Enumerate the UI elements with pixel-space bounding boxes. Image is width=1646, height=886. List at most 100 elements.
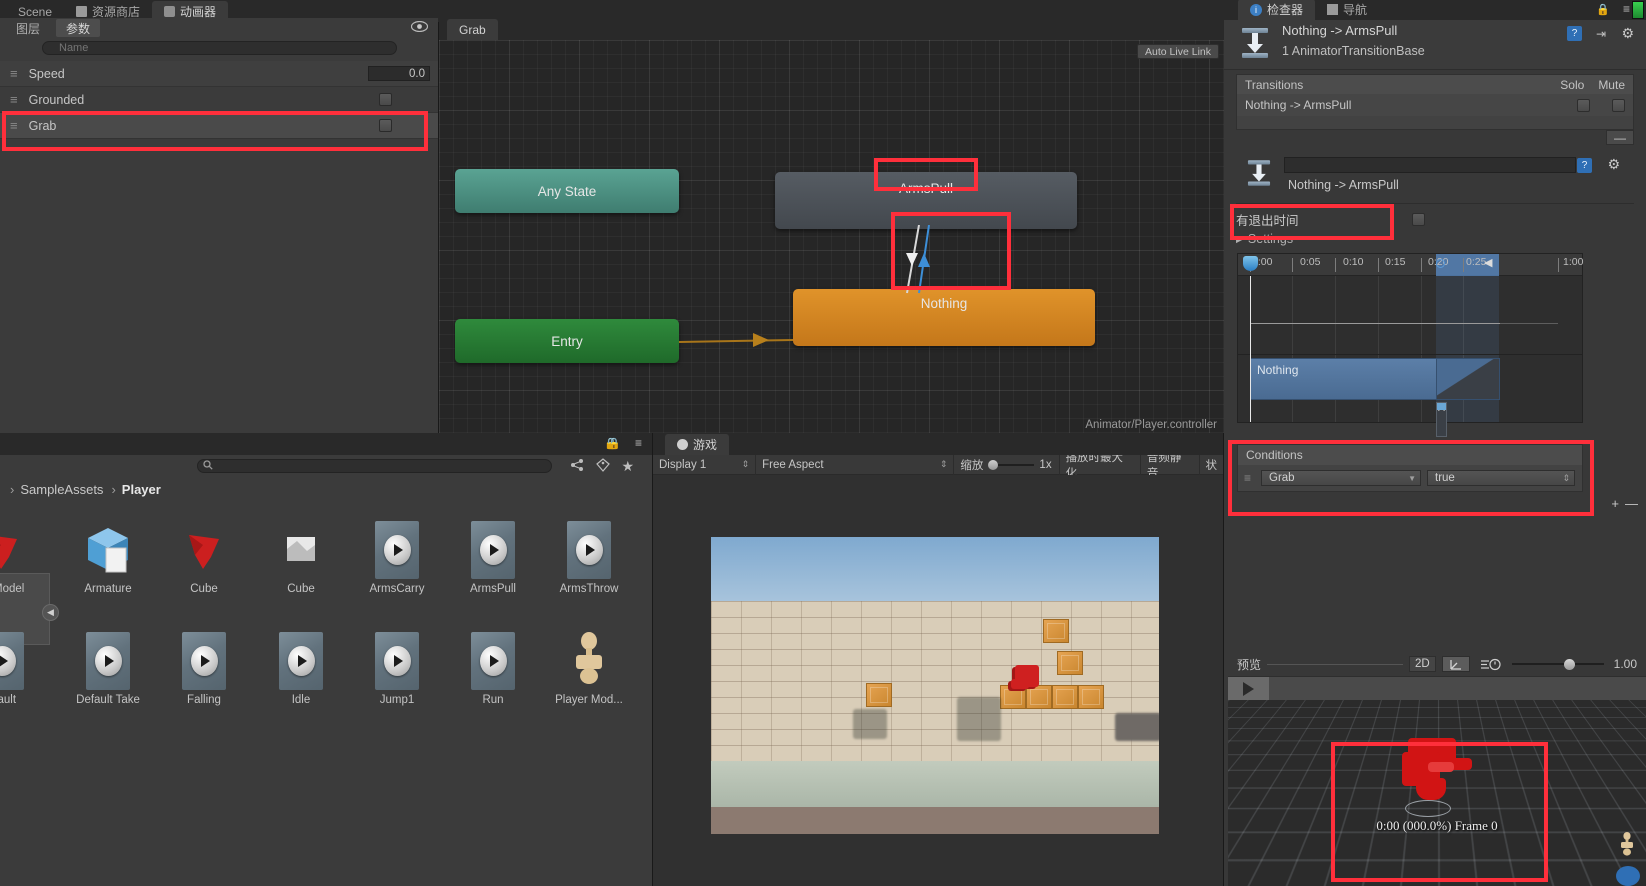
transition-armspull-nothing[interactable] <box>881 225 961 295</box>
asset-grid[interactable]: ◀ er Model <box>0 501 652 886</box>
asset-item[interactable]: Default Take <box>60 630 156 706</box>
asset-item[interactable]: efault <box>0 630 50 706</box>
transitions-row[interactable]: Nothing -> ArmsPull <box>1237 94 1633 116</box>
parameter-value-field[interactable]: 0.0 <box>368 66 430 81</box>
asset-item[interactable]: ArmsCarry <box>349 519 445 595</box>
timeline-ruler[interactable]: 0:00 0:05 0:10 0:15 0:20 0:25 1:00 ◀ <box>1238 254 1583 276</box>
preview-badge-icon[interactable] <box>1616 866 1640 886</box>
eye-icon[interactable] <box>410 20 429 35</box>
game-stage[interactable] <box>653 475 1223 886</box>
favorite-icon[interactable]: ★ <box>621 458 634 475</box>
tab-navigation[interactable]: 导航 <box>1315 0 1379 20</box>
transition-name-input[interactable] <box>1284 157 1576 173</box>
transition-entry-to-nothing[interactable] <box>677 310 799 350</box>
label-icon[interactable] <box>596 457 610 475</box>
drag-handle-icon[interactable]: ≡ <box>1244 471 1255 485</box>
has-exit-time-checkbox[interactable] <box>1412 212 1425 226</box>
asset-item[interactable]: Armature <box>60 519 156 595</box>
asset-label: Falling <box>187 694 221 706</box>
maximize-on-play-toggle[interactable]: 播放时最大化 <box>1060 452 1141 480</box>
playback-speed-icon[interactable] <box>1476 656 1506 672</box>
auto-live-link-button[interactable]: Auto Live Link <box>1137 44 1219 59</box>
share-icon[interactable] <box>570 458 584 475</box>
panel-menu-icon[interactable]: ≡ <box>635 436 642 450</box>
timeline-playhead[interactable] <box>1250 276 1251 422</box>
asset-item[interactable]: Cube <box>253 519 349 595</box>
transition-timeline[interactable]: 0:00 0:05 0:10 0:15 0:20 0:25 1:00 ◀ Not… <box>1237 253 1583 437</box>
condition-row[interactable]: ≡ Grab ▼ true ⇕ <box>1238 465 1582 491</box>
timeline-start-handle-icon[interactable]: ◀ <box>1484 256 1492 269</box>
state-node-armspull[interactable]: ArmsPull <box>775 172 1077 229</box>
timeline-horizontal-line-dim <box>1500 323 1558 324</box>
timeline-marker-handle[interactable] <box>1437 403 1446 410</box>
asset-item[interactable]: Player Mod... <box>541 630 637 706</box>
remove-condition-button[interactable]: — <box>1625 496 1638 511</box>
asset-item[interactable]: ArmsThrow <box>541 519 637 595</box>
timeline-playhead-handle[interactable] <box>1243 256 1258 271</box>
zoom-slider[interactable] <box>988 459 1035 470</box>
timeline-crossfade[interactable] <box>1436 358 1500 400</box>
asset-item[interactable]: Jump1 <box>349 630 445 706</box>
aspect-dropdown[interactable]: Free Aspect ⇕ <box>756 454 955 475</box>
parameter-row-grab[interactable]: ≡ Grab <box>0 113 438 139</box>
condition-parameter-dropdown[interactable]: Grab ▼ <box>1261 470 1421 486</box>
preset-icon[interactable]: ⇥ <box>1596 27 1606 41</box>
mute-checkbox[interactable] <box>1612 98 1625 112</box>
asset-item[interactable]: Cube <box>156 519 252 595</box>
tab-grab-layer[interactable]: Grab <box>447 19 498 40</box>
breadcrumb-item-sampleassets[interactable]: SampleAssets <box>20 482 103 497</box>
parameter-row-grounded[interactable]: ≡ Grounded <box>0 87 438 113</box>
zoom-control[interactable]: 缩放 1x <box>954 454 1060 475</box>
condition-value-dropdown[interactable]: true ⇕ <box>1427 470 1575 486</box>
add-condition-button[interactable]: + <box>1611 496 1619 511</box>
animator-graph-canvas[interactable]: Any State Entry ArmsPull Nothing <box>439 40 1225 433</box>
chevron-left-icon[interactable]: ◀ <box>42 604 59 621</box>
remove-transition-button[interactable]: — <box>1606 130 1634 145</box>
subtab-parameters[interactable]: 参数 <box>56 19 101 37</box>
state-node-any-state[interactable]: Any State <box>455 169 679 213</box>
timeline-marker[interactable]: A <box>1436 402 1447 437</box>
preview-stage[interactable]: 0:00 (000.0%) Frame 0 <box>1228 700 1646 886</box>
asset-item[interactable]: er Model <box>0 519 50 595</box>
parameter-checkbox[interactable] <box>379 119 392 132</box>
gear-icon[interactable]: ⚙ <box>1621 25 1634 42</box>
parameter-checkbox[interactable] <box>379 93 392 106</box>
asset-item[interactable]: Falling <box>156 630 252 706</box>
gear-icon[interactable]: ⚙ <box>1607 156 1620 173</box>
display-dropdown[interactable]: Display 1 ⇕ <box>653 454 757 475</box>
help-icon[interactable]: ? <box>1567 26 1582 41</box>
tab-game[interactable]: 游戏 <box>665 434 730 455</box>
timeline-body[interactable]: Nothing A <box>1238 276 1582 437</box>
mute-audio-toggle[interactable]: 音频静音 <box>1141 452 1200 480</box>
preview-speed-slider[interactable] <box>1511 658 1604 670</box>
tab-project[interactable] <box>6 434 30 455</box>
asset-item[interactable]: Idle <box>253 630 349 706</box>
help-icon[interactable]: ? <box>1577 158 1592 173</box>
breadcrumb-item-player[interactable]: Player <box>122 482 161 497</box>
play-icon[interactable] <box>1228 676 1269 701</box>
tab-inspector[interactable]: i 检查器 <box>1238 0 1316 20</box>
has-exit-time-row[interactable]: 有退出时间 <box>1236 208 1634 230</box>
preview-2d-toggle[interactable]: 2D <box>1408 656 1436 672</box>
parameter-search-input[interactable] <box>42 41 397 55</box>
project-search-input[interactable] <box>197 459 552 473</box>
lock-icon[interactable]: 🔒 <box>607 437 621 450</box>
drag-handle-icon[interactable]: ≡ <box>10 92 18 107</box>
solo-checkbox[interactable] <box>1577 98 1590 112</box>
pivot-icon[interactable] <box>1441 656 1470 672</box>
state-node-nothing[interactable]: Nothing <box>793 289 1095 346</box>
game-render-surface[interactable] <box>711 537 1159 834</box>
parameter-name: Grounded <box>28 92 85 107</box>
asset-item[interactable]: Run <box>445 630 541 706</box>
timeline-event-icon[interactable] <box>1436 259 1445 268</box>
settings-foldout[interactable]: ▶ Settings <box>1236 232 1293 246</box>
asset-item[interactable]: ArmsPull <box>445 519 541 595</box>
lock-icon[interactable]: 🔒 <box>1596 3 1610 16</box>
parameter-row-speed[interactable]: ≡ Speed 0.0 <box>0 61 438 87</box>
drag-handle-icon[interactable]: ≡ <box>10 118 18 133</box>
state-node-entry[interactable]: Entry <box>455 319 679 363</box>
drag-handle-icon[interactable]: ≡ <box>10 66 18 81</box>
stats-toggle[interactable]: 状 <box>1200 455 1224 475</box>
subtab-layers[interactable]: 图层 <box>6 19 50 37</box>
panel-menu-icon[interactable]: ≡ <box>1623 2 1630 16</box>
